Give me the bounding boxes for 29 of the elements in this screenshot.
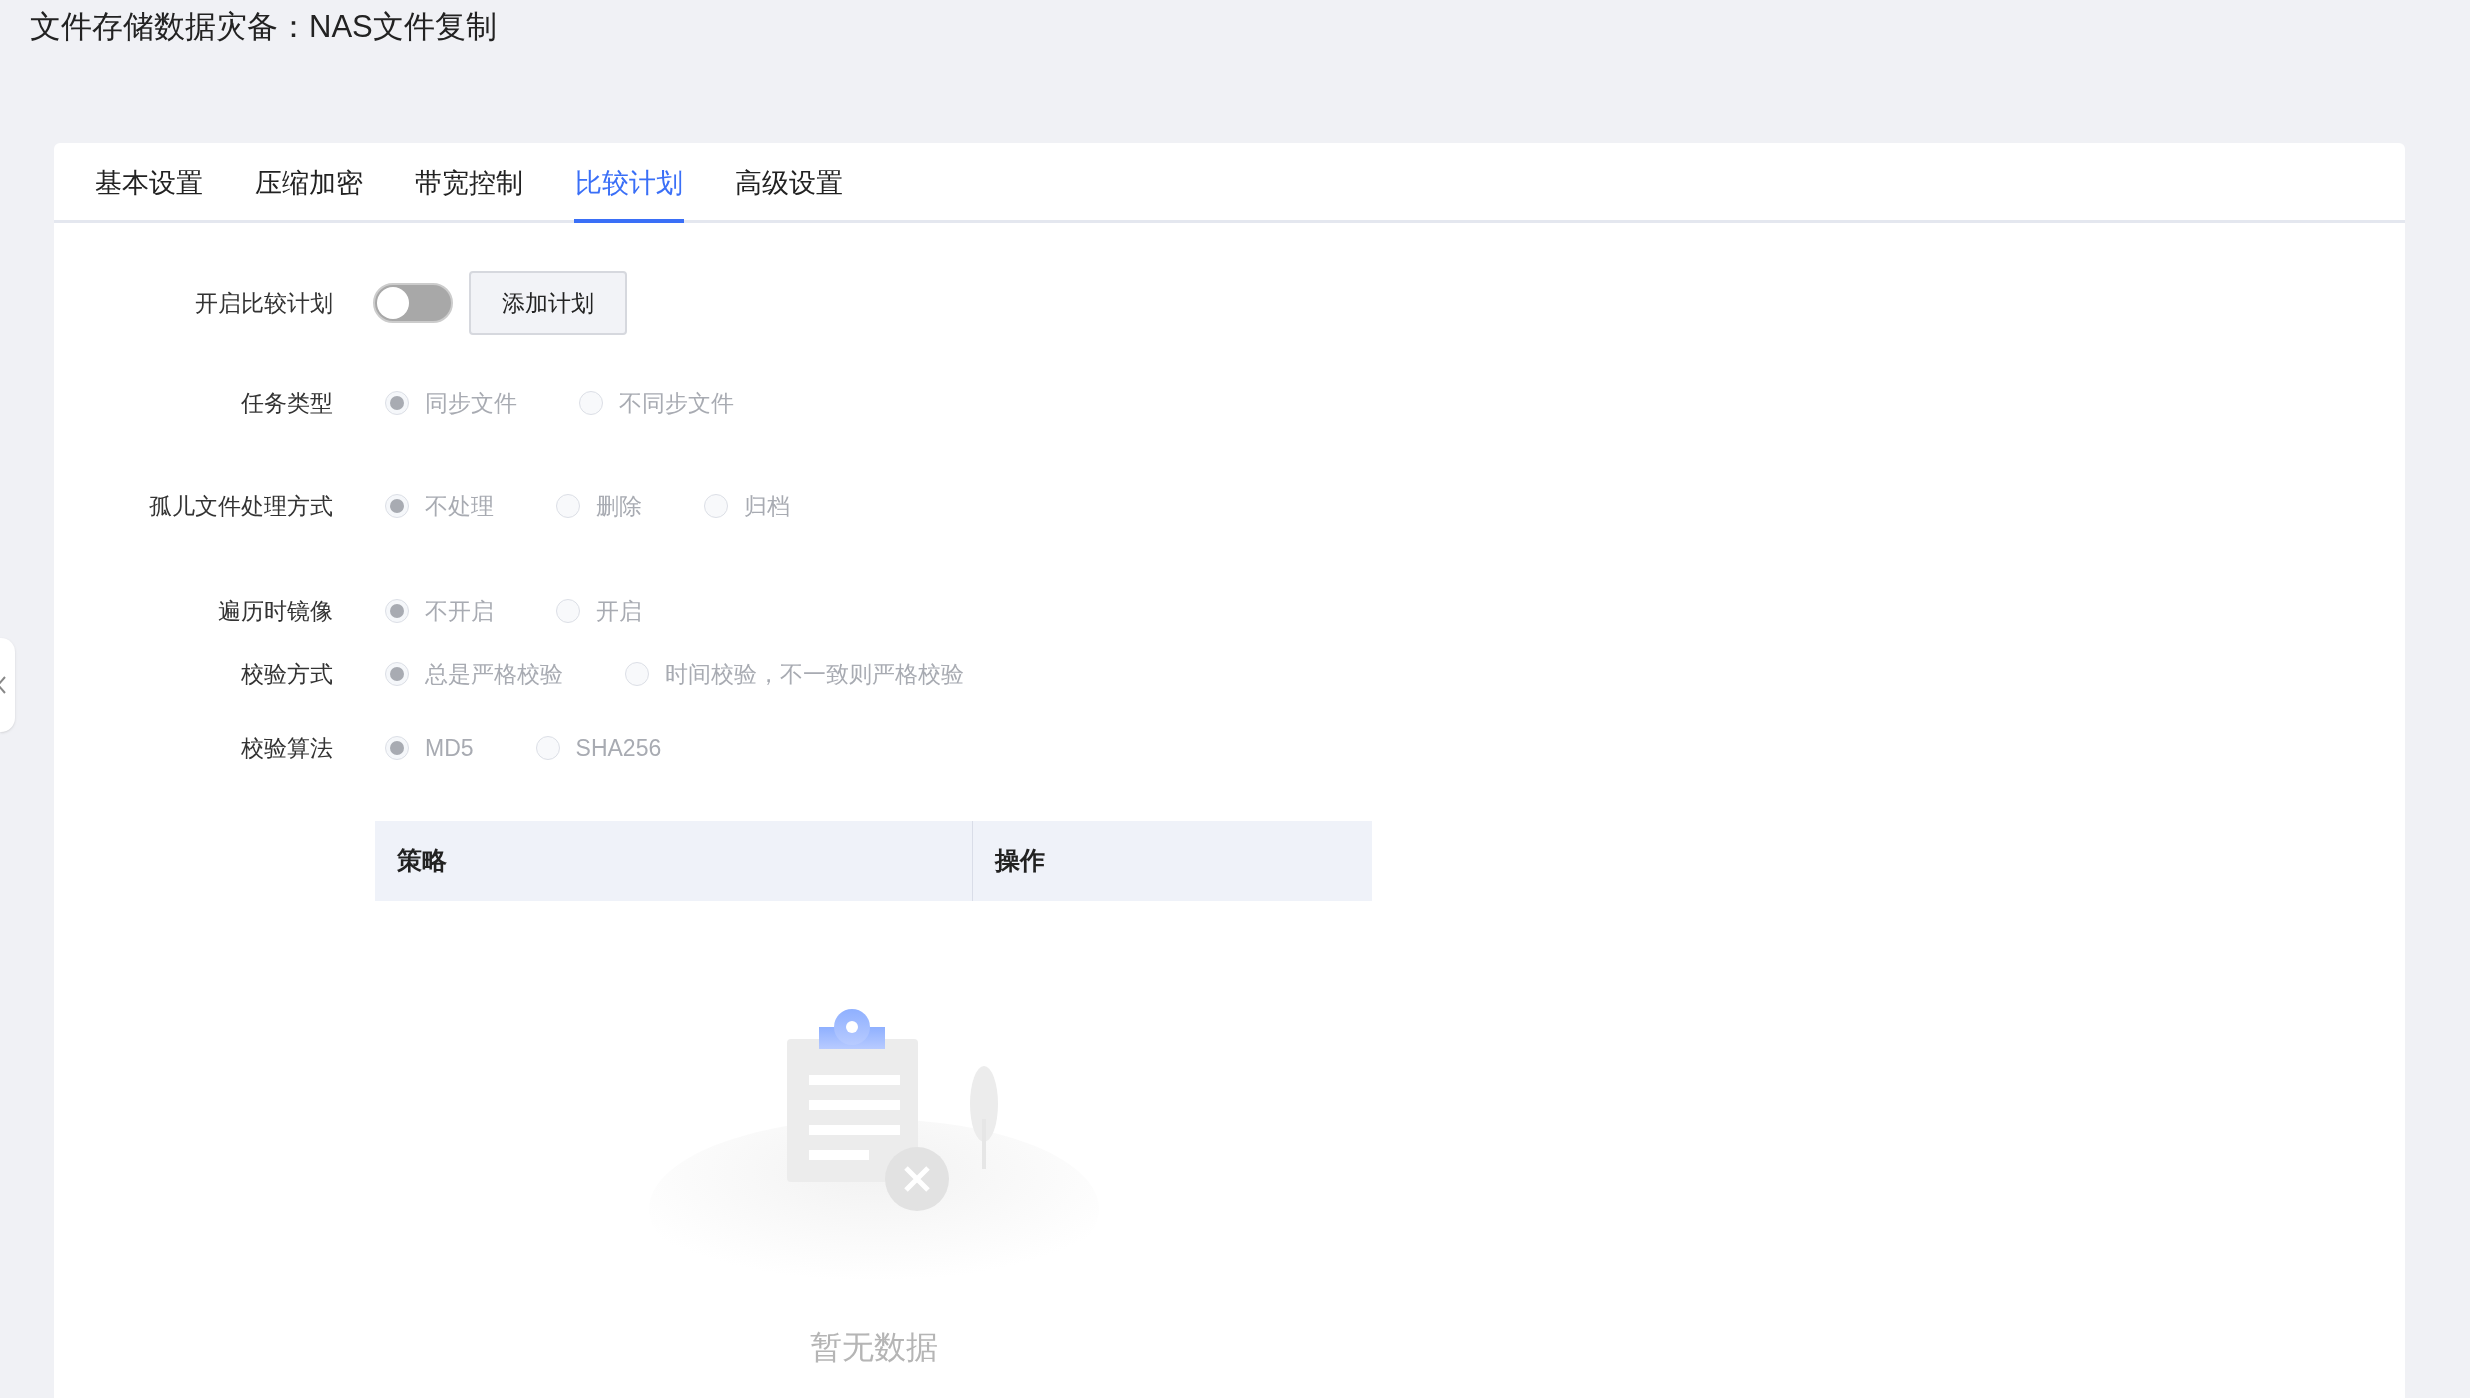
radio-label: 开启: [596, 596, 642, 626]
radio-label: 不开启: [425, 596, 494, 626]
radio-label: MD5: [425, 733, 474, 763]
radio-label: SHA256: [575, 733, 662, 763]
radio-label: 删除: [596, 491, 642, 521]
column-header: 操作: [993, 845, 1046, 877]
empty-state-text: 暂无数据: [809, 1328, 938, 1367]
field-label: 校验算法: [240, 733, 333, 763]
field-label: 任务类型: [240, 388, 333, 418]
tab[interactable]: 带宽控制: [414, 162, 524, 223]
radio-label: 不处理: [425, 491, 494, 521]
tab[interactable]: 高级设置: [734, 162, 844, 223]
page-title: 文件存储数据灾备：NAS文件复制: [30, 8, 498, 46]
field-label: 遍历时镜像: [217, 596, 333, 626]
field-label: 开启比较计划: [194, 288, 333, 318]
radio-label: 同步文件: [425, 388, 517, 418]
radio-label: 归档: [744, 491, 790, 521]
tab[interactable]: 压缩加密: [254, 162, 364, 223]
radio-label: 总是严格校验: [425, 659, 563, 689]
radio-label: 不同步文件: [619, 388, 734, 418]
field-label: 孤儿文件处理方式: [148, 491, 333, 521]
left-collapse-tab[interactable]: [0, 638, 15, 732]
field-label: 校验方式: [240, 659, 333, 689]
column-header: 策略: [375, 821, 973, 901]
toggle-switch[interactable]: [373, 283, 453, 323]
radio-label: 时间校验，不一致则严格校验: [665, 659, 964, 689]
add-plan-button[interactable]: 添加计划: [469, 271, 627, 335]
tab[interactable]: 比较计划: [574, 162, 684, 223]
tab[interactable]: 基本设置: [94, 162, 204, 223]
